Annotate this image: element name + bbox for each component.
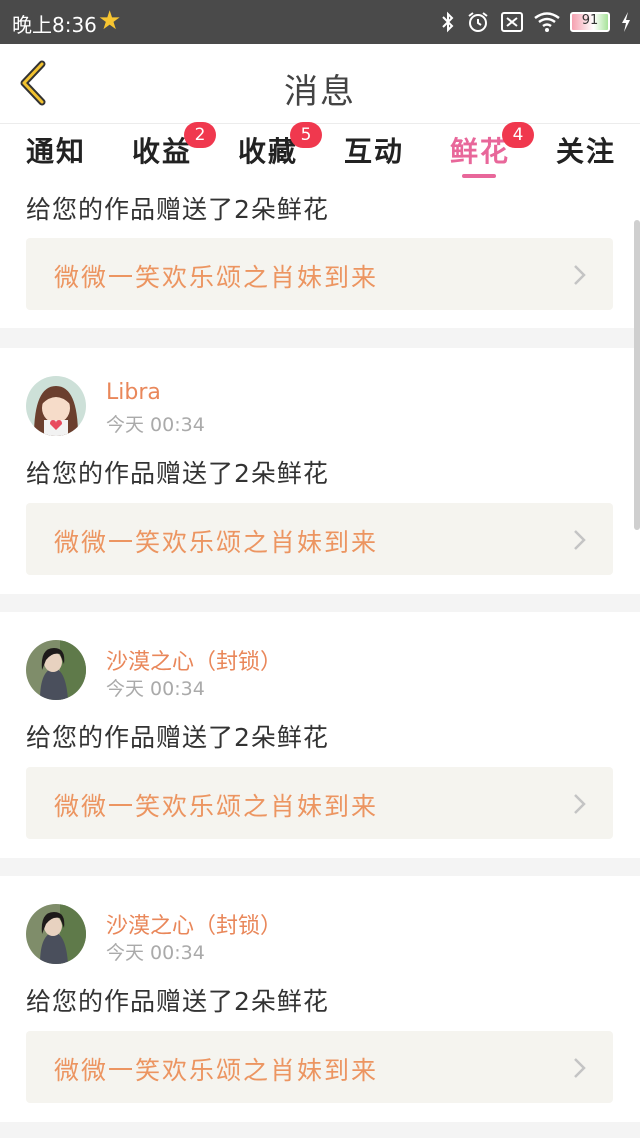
timestamp: 今天 00:34 [106, 678, 205, 700]
tab-interactions[interactable]: 互动 [344, 130, 404, 178]
status-bar: 晚上8:36 ★ 91 [0, 0, 640, 44]
tab-bar: 通知 收益 2 收藏 5 互动 鲜花 4 关注 [0, 122, 640, 180]
username[interactable]: Libra [106, 380, 161, 405]
chevron-right-icon [574, 1058, 586, 1078]
list-item: 沙漠之心（封锁） 今天 00:34 给您的作品赠送了2朵鲜花 微微一笑欢乐颂之肖… [0, 876, 640, 1122]
work-link[interactable]: 微微一笑欢乐颂之肖妹到来 [26, 1031, 613, 1103]
battery-icon: 91 [570, 12, 610, 32]
avatar-image [26, 904, 86, 964]
avatar[interactable] [26, 640, 86, 700]
chevron-right-icon [574, 265, 586, 285]
avatar-image [26, 376, 86, 436]
work-title: 微微一笑欢乐颂之肖妹到来 [54, 1056, 379, 1085]
tab-label: 关注 [556, 135, 617, 168]
avatar[interactable] [26, 376, 86, 436]
list-item: Libra 今天 00:34 给您的作品赠送了2朵鲜花 微微一笑欢乐颂之肖妹到来 [0, 348, 640, 594]
work-link[interactable]: 微微一笑欢乐颂之肖妹到来 [26, 503, 613, 575]
no-sim-icon [501, 12, 523, 32]
status-time: 晚上8:36 [12, 13, 97, 37]
tab-following[interactable]: 关注 [556, 130, 616, 178]
status-icons: 91 [440, 8, 632, 36]
work-link[interactable]: 微微一笑欢乐颂之肖妹到来 [26, 767, 613, 839]
battery-level: 91 [581, 13, 599, 28]
charging-icon [622, 12, 630, 32]
list-item: 沙漠之心（封锁） 今天 00:34 给您的作品赠送了2朵鲜花 微微一笑欢乐颂之肖… [0, 612, 640, 858]
work-title: 微微一笑欢乐颂之肖妹到来 [54, 263, 379, 292]
gift-message: 给您的作品赠送了2朵鲜花 [26, 195, 329, 224]
username[interactable]: 沙漠之心（封锁） [106, 908, 282, 940]
scrollbar[interactable] [634, 220, 640, 530]
work-link[interactable]: 微微一笑欢乐颂之肖妹到来 [26, 238, 613, 310]
chevron-right-icon [574, 530, 586, 550]
star-icon: ★ [98, 6, 122, 36]
avatar[interactable] [26, 904, 86, 964]
active-tab-indicator [462, 174, 496, 178]
avatar-image [26, 640, 86, 700]
page-title: 消息 [284, 72, 356, 112]
message-list[interactable]: 给您的作品赠送了2朵鲜花 微微一笑欢乐颂之肖妹到来 Libra 今天 00:34… [0, 180, 640, 1138]
list-item: 给您的作品赠送了2朵鲜花 微微一笑欢乐颂之肖妹到来 [0, 180, 640, 328]
gift-message: 给您的作品赠送了2朵鲜花 [26, 723, 329, 752]
wifi-icon [534, 12, 560, 32]
tab-badge: 5 [290, 122, 322, 148]
gift-message: 给您的作品赠送了2朵鲜花 [26, 459, 329, 488]
chevron-right-icon [574, 794, 586, 814]
bluetooth-icon [442, 11, 454, 33]
tab-badge: 4 [502, 122, 534, 148]
tab-badge: 2 [184, 122, 216, 148]
tab-label: 鲜花 [450, 135, 511, 168]
tab-label: 收藏 [238, 135, 299, 168]
tab-earnings[interactable]: 收益 2 [132, 122, 216, 178]
tab-favorites[interactable]: 收藏 5 [238, 122, 322, 178]
tab-label: 通知 [26, 135, 87, 168]
work-title: 微微一笑欢乐颂之肖妹到来 [54, 528, 379, 557]
gift-message: 给您的作品赠送了2朵鲜花 [26, 987, 329, 1016]
tab-label: 收益 [132, 135, 193, 168]
tab-label: 互动 [344, 135, 405, 168]
timestamp: 今天 00:34 [106, 942, 205, 964]
username[interactable]: 沙漠之心（封锁） [106, 644, 282, 676]
timestamp: 今天 00:34 [106, 414, 205, 436]
tab-notifications[interactable]: 通知 [26, 130, 86, 178]
tab-flowers[interactable]: 鲜花 4 [450, 122, 534, 178]
alarm-icon [468, 12, 488, 32]
work-title: 微微一笑欢乐颂之肖妹到来 [54, 792, 379, 821]
header-bar: 消息 [0, 44, 640, 124]
